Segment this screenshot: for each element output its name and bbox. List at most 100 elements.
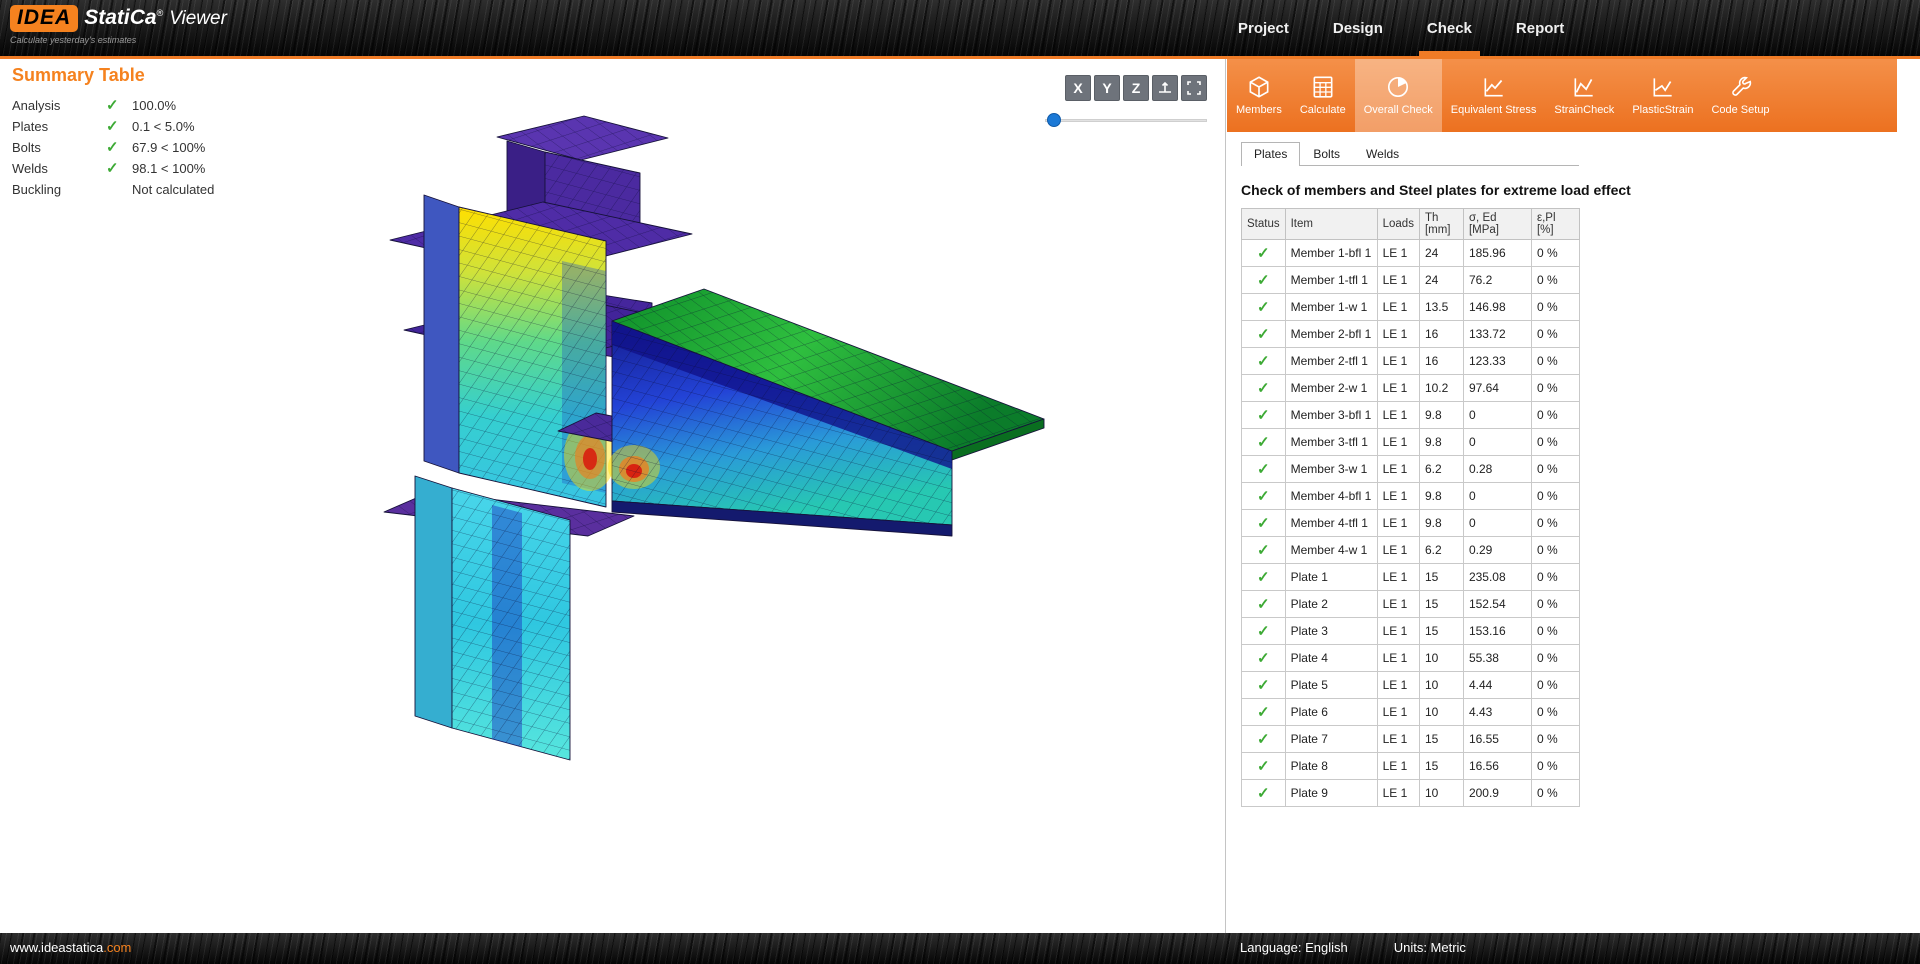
table-row[interactable]: ✓Plate 3LE 115153.160 %: [1242, 618, 1580, 645]
col-th: Th [mm]: [1419, 209, 1463, 240]
ribbon-item-straincheck[interactable]: StrainCheck: [1545, 59, 1623, 132]
check-icon: ✓: [106, 99, 132, 112]
units-status[interactable]: Units: Metric: [1394, 940, 1466, 955]
loads-cell: LE 1: [1377, 402, 1419, 429]
table-row[interactable]: ✓Member 3-bfl 1LE 19.800 %: [1242, 402, 1580, 429]
view-x-button[interactable]: X: [1065, 75, 1091, 101]
loads-cell: LE 1: [1377, 429, 1419, 456]
th-cell: 15: [1419, 753, 1463, 780]
sigma-cell: 200.9: [1463, 780, 1531, 807]
summary-value: 0.1 < 5.0%: [132, 119, 214, 134]
th-cell: 15: [1419, 591, 1463, 618]
sigma-cell: 0.28: [1463, 456, 1531, 483]
table-row[interactable]: ✓Member 3-w 1LE 16.20.280 %: [1242, 456, 1580, 483]
slider-handle[interactable]: [1047, 113, 1061, 127]
table-row[interactable]: ✓Member 3-tfl 1LE 19.800 %: [1242, 429, 1580, 456]
table-row[interactable]: ✓Plate 4LE 11055.380 %: [1242, 645, 1580, 672]
table-row[interactable]: ✓Plate 6LE 1104.430 %: [1242, 699, 1580, 726]
table-row[interactable]: ✓Member 2-w 1LE 110.297.640 %: [1242, 375, 1580, 402]
item-cell: Member 3-bfl 1: [1285, 402, 1377, 429]
nav-project[interactable]: Project: [1228, 0, 1299, 56]
eps-cell: 0 %: [1531, 375, 1579, 402]
table-row[interactable]: ✓Member 1-tfl 1LE 12476.20 %: [1242, 267, 1580, 294]
item-cell: Member 1-bfl 1: [1285, 240, 1377, 267]
sigma-cell: 185.96: [1463, 240, 1531, 267]
table-row[interactable]: ✓Plate 9LE 110200.90 %: [1242, 780, 1580, 807]
nav-report[interactable]: Report: [1506, 0, 1574, 56]
item-cell: Plate 4: [1285, 645, 1377, 672]
th-cell: 10: [1419, 672, 1463, 699]
sigma-cell: 235.08: [1463, 564, 1531, 591]
view-controls: X Y Z: [1065, 75, 1207, 101]
zoom-to-fit-button[interactable]: [1181, 75, 1207, 101]
tab-bolts[interactable]: Bolts: [1300, 142, 1353, 166]
check-icon: ✓: [106, 141, 132, 154]
item-cell: Member 1-w 1: [1285, 294, 1377, 321]
th-cell: 10: [1419, 645, 1463, 672]
ribbon-item-equivalent-stress[interactable]: Equivalent Stress: [1442, 59, 1546, 132]
loads-cell: LE 1: [1377, 240, 1419, 267]
eps-cell: 0 %: [1531, 348, 1579, 375]
status-cell: ✓: [1242, 672, 1286, 699]
th-cell: 16: [1419, 321, 1463, 348]
ribbon-item-code-setup[interactable]: Code Setup: [1702, 59, 1778, 132]
table-row[interactable]: ✓Plate 5LE 1104.440 %: [1242, 672, 1580, 699]
status-cell: ✓: [1242, 699, 1286, 726]
col-status: Status: [1242, 209, 1286, 240]
ribbon-item-calculate[interactable]: Calculate: [1291, 59, 1355, 132]
idea-logo-badge: IDEA: [10, 5, 78, 32]
col-item: Item: [1285, 209, 1377, 240]
line-chart-icon: [1650, 74, 1676, 100]
table-row[interactable]: ✓Member 1-w 1LE 113.5146.980 %: [1242, 294, 1580, 321]
status-cell: ✓: [1242, 483, 1286, 510]
item-cell: Plate 7: [1285, 726, 1377, 753]
deformation-scale-slider[interactable]: [1045, 113, 1207, 127]
table-row[interactable]: ✓Plate 8LE 11516.560 %: [1242, 753, 1580, 780]
ribbon-label: Equivalent Stress: [1451, 104, 1537, 116]
language-status[interactable]: Language: English: [1240, 940, 1348, 955]
website-link[interactable]: www.ideastatica.com: [10, 940, 131, 955]
registered-mark: ®: [157, 8, 164, 18]
table-row[interactable]: ✓Member 2-tfl 1LE 116123.330 %: [1242, 348, 1580, 375]
eps-cell: 0 %: [1531, 240, 1579, 267]
ribbon: Members Calculate Overall Check Equivale…: [1227, 59, 1897, 132]
table-row[interactable]: ✓Plate 7LE 11516.550 %: [1242, 726, 1580, 753]
check-panel: Members Calculate Overall Check Equivale…: [1227, 59, 1920, 933]
table-row[interactable]: ✓Member 4-bfl 1LE 19.800 %: [1242, 483, 1580, 510]
eps-cell: 0 %: [1531, 645, 1579, 672]
model-viewport[interactable]: Summary Table Analysis ✓ 100.0% Plates ✓…: [0, 59, 1226, 933]
tab-plates[interactable]: Plates: [1241, 142, 1300, 166]
sigma-cell: 133.72: [1463, 321, 1531, 348]
site-tld: .com: [103, 940, 131, 955]
table-row[interactable]: ✓Member 1-bfl 1LE 124185.960 %: [1242, 240, 1580, 267]
item-cell: Member 4-bfl 1: [1285, 483, 1377, 510]
app-logo: IDEA StatiCa® Viewer Calculate yesterday…: [10, 5, 227, 45]
item-cell: Plate 2: [1285, 591, 1377, 618]
summary-label: Bolts: [12, 140, 106, 155]
table-row[interactable]: ✓Member 4-tfl 1LE 19.800 %: [1242, 510, 1580, 537]
status-cell: ✓: [1242, 375, 1286, 402]
eps-cell: 0 %: [1531, 429, 1579, 456]
tab-welds[interactable]: Welds: [1353, 142, 1412, 166]
table-row[interactable]: ✓Member 2-bfl 1LE 116133.720 %: [1242, 321, 1580, 348]
status-bar: www.ideastatica.com Language: English Un…: [0, 933, 1920, 964]
view-z-button[interactable]: Z: [1123, 75, 1149, 101]
perpendicular-view-button[interactable]: [1152, 75, 1178, 101]
ribbon-item-members[interactable]: Members: [1227, 59, 1291, 132]
eps-cell: 0 %: [1531, 780, 1579, 807]
item-cell: Member 2-tfl 1: [1285, 348, 1377, 375]
slider-track[interactable]: [1045, 119, 1207, 122]
status-cell: ✓: [1242, 780, 1286, 807]
sigma-cell: 0: [1463, 483, 1531, 510]
view-y-button[interactable]: Y: [1094, 75, 1120, 101]
th-cell: 13.5: [1419, 294, 1463, 321]
nav-check[interactable]: Check: [1417, 0, 1482, 56]
ribbon-item-overall-check[interactable]: Overall Check: [1355, 59, 1442, 132]
table-row[interactable]: ✓Plate 1LE 115235.080 %: [1242, 564, 1580, 591]
nav-design[interactable]: Design: [1323, 0, 1393, 56]
th-cell: 9.8: [1419, 510, 1463, 537]
table-row[interactable]: ✓Member 4-w 1LE 16.20.290 %: [1242, 537, 1580, 564]
table-row[interactable]: ✓Plate 2LE 115152.540 %: [1242, 591, 1580, 618]
ribbon-item-plasticstrain[interactable]: PlasticStrain: [1623, 59, 1702, 132]
loads-cell: LE 1: [1377, 564, 1419, 591]
